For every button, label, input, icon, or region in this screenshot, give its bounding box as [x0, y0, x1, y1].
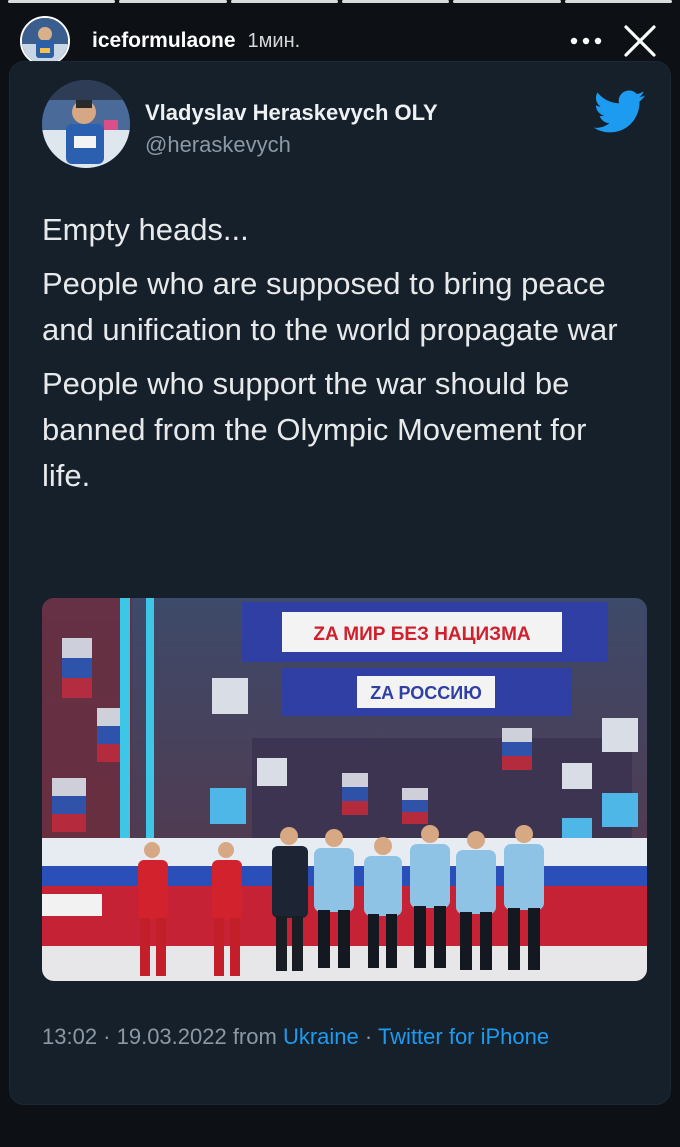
progress-segment: [8, 0, 116, 3]
tweet-paragraph: Empty heads...: [42, 212, 249, 247]
tweet-author-handle[interactable]: @heraskevych: [145, 132, 291, 158]
story-username[interactable]: iceformulaone: [92, 29, 236, 53]
tweet-avatar[interactable]: [42, 80, 130, 168]
close-icon[interactable]: [620, 21, 660, 61]
meta-separator: ·: [364, 1024, 373, 1049]
tweet-photo[interactable]: ZA МИР БЕЗ НАЦИЗМА ZA РОССИЮ: [42, 598, 647, 981]
tweet-location-link[interactable]: Ukraine: [283, 1024, 359, 1049]
tweet-paragraph: People who support the war should be ban…: [42, 366, 587, 493]
tweet-meta: 13:02 · 19.03.2022 from Ukraine · Twitte…: [42, 1024, 549, 1050]
progress-segment: [230, 0, 338, 3]
progress-segment: [564, 0, 672, 3]
progress-segment: [119, 0, 227, 3]
story-progress-bar: [8, 0, 672, 3]
story-header: iceformulaone 1мин.: [20, 14, 660, 68]
progress-segment: [453, 0, 561, 3]
tweet-source-link[interactable]: Twitter for iPhone: [378, 1024, 549, 1049]
tweet-author: Vladyslav Heraskevych OLY @heraskevych: [42, 80, 650, 172]
twitter-bird-icon: [594, 90, 646, 133]
photo-banner-top: ZA МИР БЕЗ НАЦИЗМА: [313, 624, 531, 645]
progress-segment: [341, 0, 450, 3]
story-avatar[interactable]: [20, 16, 70, 66]
story-timestamp: 1мин.: [247, 29, 301, 52]
photo-banner-bottom: ZA РОССИЮ: [370, 683, 482, 703]
tweet-text: Empty heads... People who are supposed t…: [42, 207, 642, 507]
tweet-author-name[interactable]: Vladyslav Heraskevych OLY: [145, 100, 438, 126]
more-horizontal-icon[interactable]: [566, 21, 606, 61]
tweet-paragraph: People who are supposed to bring peace a…: [42, 266, 618, 347]
tweet-card: Vladyslav Heraskevych OLY @heraskevych E…: [10, 62, 670, 1104]
tweet-timestamp[interactable]: 13:02 · 19.03.2022 from: [42, 1024, 277, 1049]
